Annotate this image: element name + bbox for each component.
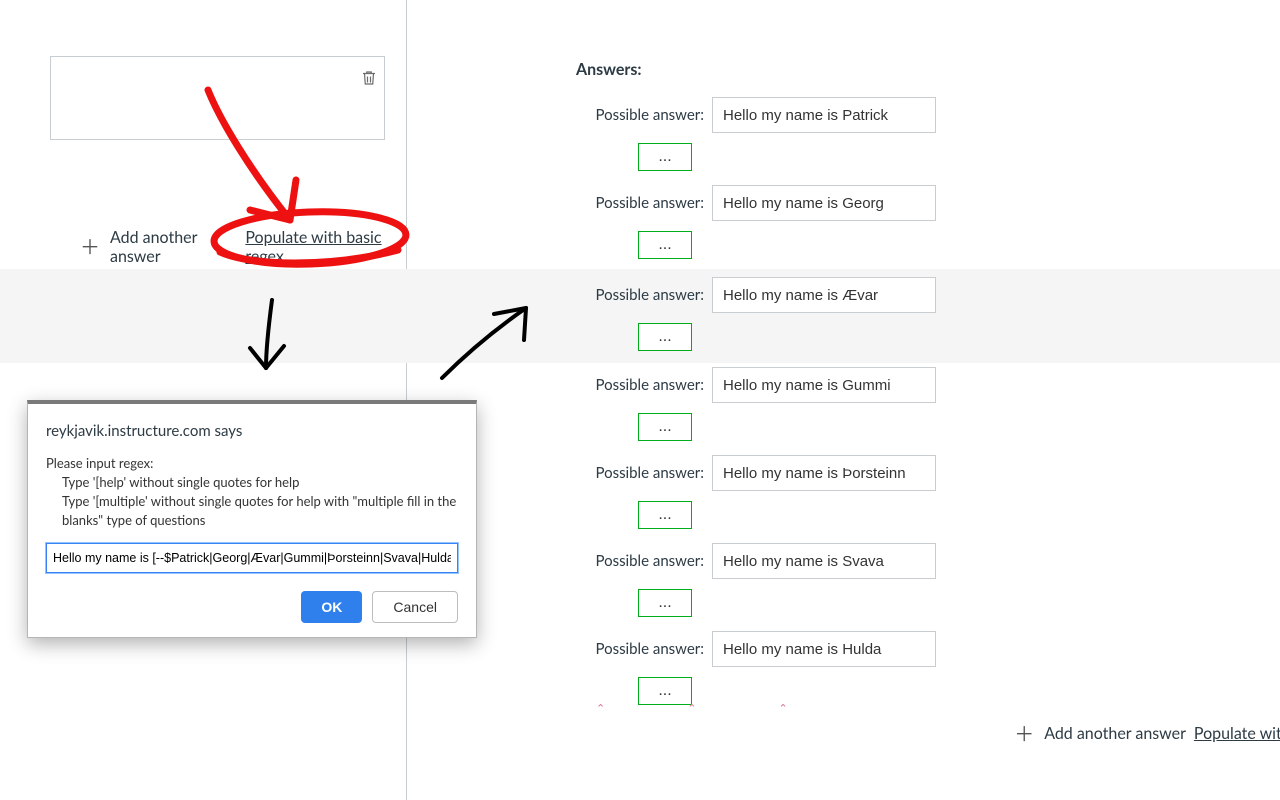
ok-button[interactable]: OK xyxy=(301,591,362,623)
dialog-line: Type '[help' without single quotes for h… xyxy=(62,473,458,492)
prompt-dialog: reykjavik.instructure.com says Please in… xyxy=(27,400,477,638)
regex-input[interactable] xyxy=(46,543,458,573)
add-answer-link[interactable]: Add another answer xyxy=(1044,724,1186,743)
answer-label: Possible answer: xyxy=(576,286,704,304)
answer-input[interactable] xyxy=(712,543,936,579)
answer-options-button[interactable]: ... xyxy=(638,589,692,617)
answer-options-button[interactable]: ... xyxy=(638,413,692,441)
answer-options-button[interactable]: ... xyxy=(638,231,692,259)
answer-row-hover: Possible answer: ... xyxy=(0,269,1280,363)
cancel-button[interactable]: Cancel xyxy=(372,591,458,623)
answer-options-button[interactable]: ... xyxy=(638,501,692,529)
answer-label: Possible answer: xyxy=(576,194,704,212)
add-answer-link[interactable]: Add another answer xyxy=(110,228,237,266)
dialog-line: Please input regex: xyxy=(46,454,458,473)
answers-section: Answers: Possible answer: ... Possible a… xyxy=(576,60,1280,715)
answer-label: Possible answer: xyxy=(576,552,704,570)
answer-input[interactable] xyxy=(712,455,936,491)
answer-options-button[interactable]: ... xyxy=(638,677,692,705)
answer-input[interactable] xyxy=(712,185,936,221)
answer-input[interactable] xyxy=(712,367,936,403)
answer-input[interactable] xyxy=(712,631,936,667)
trash-icon[interactable] xyxy=(360,67,378,89)
dialog-host: reykjavik.instructure.com says xyxy=(46,422,458,440)
answer-label: Possible answer: xyxy=(576,376,704,394)
answer-options-button[interactable]: ... xyxy=(638,323,692,351)
answer-input[interactable] xyxy=(712,277,936,313)
empty-answer-box xyxy=(50,56,385,140)
answer-label: Possible answer: xyxy=(576,640,704,658)
answer-options-button[interactable]: ... xyxy=(638,143,692,171)
answer-input[interactable] xyxy=(712,97,936,133)
answer-label: Possible answer: xyxy=(576,106,704,124)
answer-label: Possible answer: xyxy=(576,464,704,482)
answers-heading: Answers: xyxy=(576,60,1280,79)
populate-regex-link[interactable]: Populate with basic regex xyxy=(245,228,406,266)
populate-regex-link[interactable]: Populate with basic r xyxy=(1194,724,1280,743)
drag-carets: ⌃⌃⌃ xyxy=(596,702,788,715)
dialog-line: Type '[multiple' without single quotes f… xyxy=(62,492,458,530)
